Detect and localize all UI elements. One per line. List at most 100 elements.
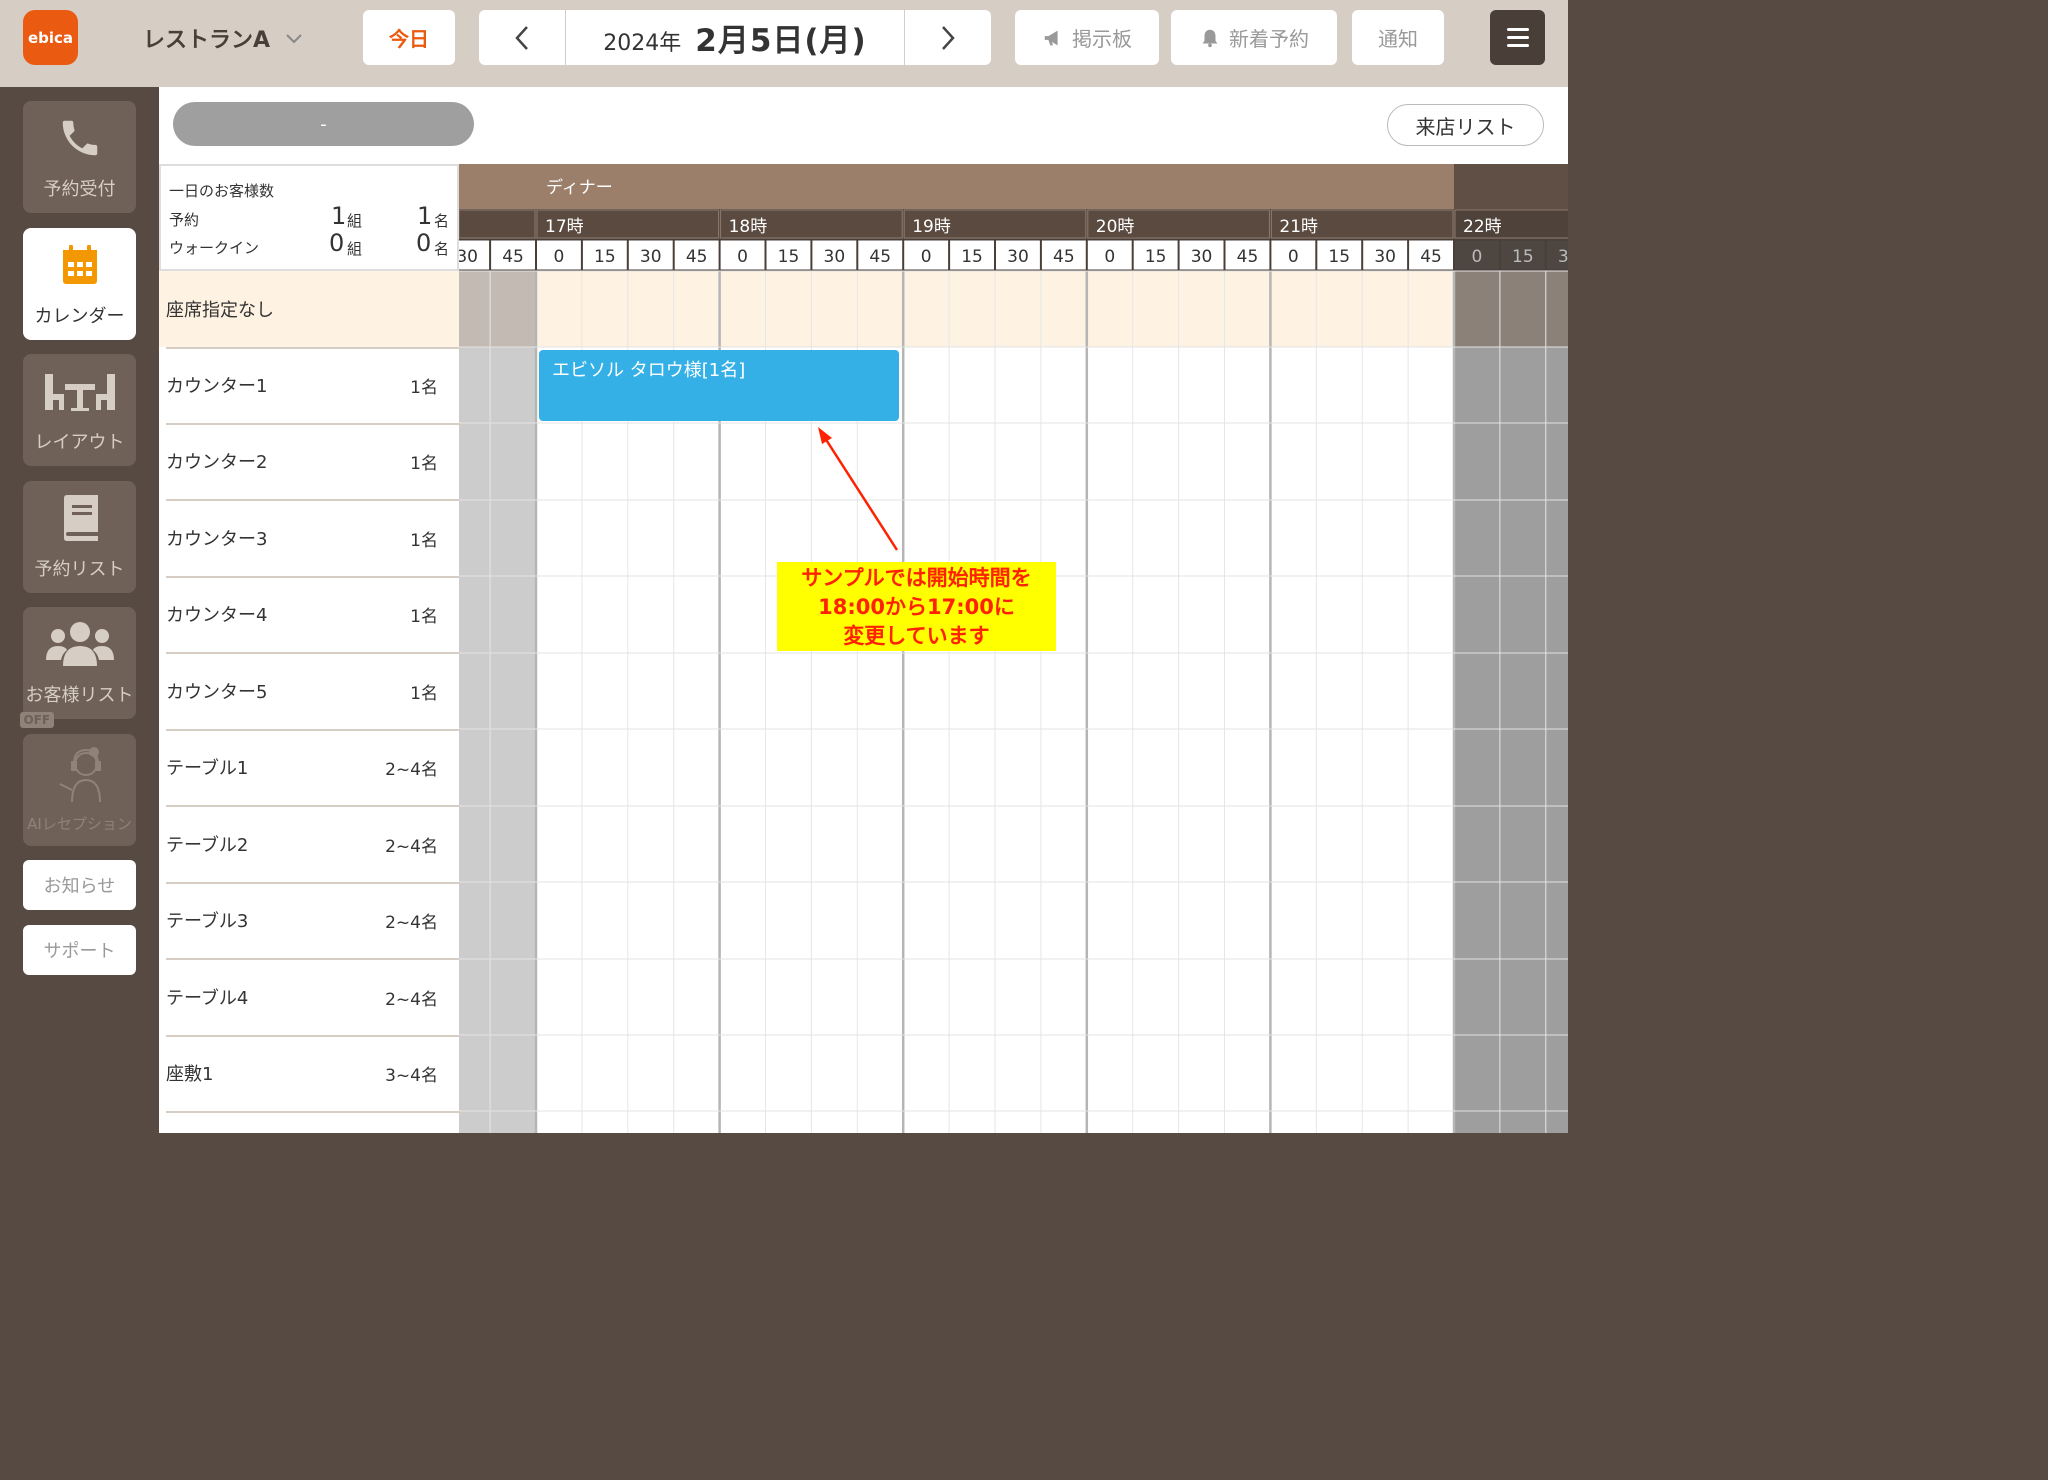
seat-capacity: 2~4名 (385, 912, 438, 933)
people-unit: 名 (434, 240, 450, 258)
seat-row-label[interactable]: カウンター3 1名 (159, 500, 459, 576)
support-button[interactable]: サポート (23, 925, 136, 975)
seat-row-label[interactable]: テーブル3 2~4名 (159, 882, 459, 958)
seat-row-label[interactable]: 座席指定なし (159, 271, 459, 347)
sidebar-item-label: 予約リスト (34, 559, 125, 580)
walkin-label: ウォークイン (169, 239, 260, 257)
annotation-line: 変更しています (843, 624, 990, 648)
megaphone-icon (1044, 30, 1058, 45)
hour-label: 20時 (1096, 217, 1135, 237)
period-bar (536, 164, 1454, 209)
reservation-people: 1 (417, 202, 433, 230)
minute-label: 15 (594, 247, 616, 267)
bell-icon (1202, 29, 1218, 47)
sidebar-item-label: 予約受付 (43, 179, 116, 200)
period-bar-closed (1454, 164, 1568, 209)
row-divider (166, 1111, 459, 1113)
seat-name: テーブル2 (166, 835, 249, 856)
seat-capacity: 1名 (410, 530, 438, 551)
seat-row-label[interactable]: カウンター4 1名 (159, 576, 459, 652)
visit-list-button[interactable]: 来店リスト (1387, 104, 1544, 146)
group-unit: 組 (347, 212, 363, 230)
today-button[interactable]: 今日 (363, 10, 455, 65)
people-unit: 名 (434, 212, 450, 230)
daily-guest-summary: 一日のお客様数 予約 ウォークイン 1 組 1 名 0 組 0 名 (159, 164, 459, 271)
seat-capacity: 2~4名 (385, 759, 438, 780)
book-icon (63, 495, 98, 541)
seat-name: 座敷1 (166, 1064, 214, 1085)
seat-row-label[interactable]: カウンター1 1名 (159, 347, 459, 423)
seat-name: 座席指定なし (166, 300, 274, 321)
store-name: レストランA (143, 28, 271, 53)
chevron-left-icon (515, 25, 528, 50)
seat-row-label[interactable]: テーブル4 2~4名 (159, 959, 459, 1035)
minute-label: 30 (1558, 247, 1568, 267)
chevron-right-icon (942, 25, 955, 50)
annotation-note: サンプルでは開始時間を 18:00から17:00に 変更しています (777, 562, 1056, 651)
chevron-down-icon (286, 34, 302, 44)
minute-label: 45 (1237, 247, 1259, 267)
bulletin-board-label: 掲示板 (1072, 27, 1132, 51)
menu-line (1506, 36, 1529, 39)
hour-cell-partial (459, 209, 536, 239)
ai-reception-icon (59, 746, 101, 802)
seat-name: テーブル1 (166, 758, 249, 779)
seat-capacity: 1名 (410, 606, 438, 627)
minute-label: 45 (502, 247, 524, 267)
sidebar-item-layout[interactable]: レイアウト (23, 354, 136, 466)
minute-label: 30 (1191, 247, 1213, 267)
minute-label: 30 (824, 247, 846, 267)
seat-row-label[interactable]: テーブル2 2~4名 (159, 806, 459, 882)
bulletin-board-button[interactable]: 掲示板 (1015, 10, 1159, 65)
sidebar-item-calendar[interactable]: カレンダー (23, 228, 136, 340)
hour-label: 17時 (545, 217, 584, 237)
store-selector[interactable]: レストランA (143, 20, 304, 56)
new-reservations-label: 新着予約 (1229, 27, 1309, 51)
minute-label: 30 (1374, 247, 1396, 267)
seat-capacity: 1名 (410, 683, 438, 704)
notifications-button[interactable]: 通知 (1352, 10, 1444, 65)
seat-capacity: 3~4名 (385, 1065, 438, 1086)
minute-label: 0 (1288, 247, 1299, 267)
people-icon (45, 622, 114, 666)
news-button[interactable]: お知らせ (23, 860, 136, 910)
minute-label: 0 (737, 247, 748, 267)
reservation-block[interactable]: エビソル タロウ様[1名] (539, 350, 899, 421)
hamburger-menu-button[interactable] (1490, 10, 1545, 65)
minute-label: 15 (1145, 247, 1167, 267)
next-day-button[interactable] (904, 10, 991, 65)
closed-before-unassigned (459, 271, 536, 347)
seat-row-label[interactable]: テーブル1 2~4名 (159, 729, 459, 805)
current-date[interactable]: 2024年 2月5日(月) (565, 10, 905, 65)
annotation-line: サンプルでは開始時間を (801, 566, 1032, 590)
seat-name: カウンター1 (166, 376, 268, 397)
minute-label: 15 (778, 247, 800, 267)
minute-label: 15 (961, 247, 983, 267)
closed-after-unassigned (1454, 271, 1568, 347)
sidebar-item-ai-reception[interactable]: OFF AIレセプション (19, 712, 136, 846)
sidebar-item-customer-list[interactable]: お客様リスト (23, 607, 136, 719)
minute-label: 45 (1053, 247, 1075, 267)
seat-row-label[interactable]: カウンター5 1名 (159, 653, 459, 729)
walkin-groups: 0 (329, 229, 345, 257)
new-reservations-button[interactable]: 新着予約 (1171, 10, 1337, 65)
minute-label: 45 (869, 247, 891, 267)
prev-day-button[interactable] (479, 10, 566, 65)
sidebar-item-reservation-intake[interactable]: 予約受付 (23, 101, 136, 213)
seat-row-label[interactable]: カウンター2 1名 (159, 423, 459, 499)
date-month-day: 2月5日(月) (695, 23, 867, 59)
summary-title: 一日のお客様数 (169, 182, 275, 200)
minute-label: 0 (554, 247, 565, 267)
date-year: 2024年 (603, 30, 682, 56)
reservation-label: エビソル タロウ様[1名] (552, 360, 746, 381)
seat-name: テーブル4 (166, 988, 249, 1009)
seat-name: カウンター4 (166, 605, 268, 626)
seat-row-label[interactable]: 座敷1 3~4名 (159, 1035, 459, 1111)
walkin-people: 0 (416, 229, 432, 257)
sidebar-item-reservation-list[interactable]: 予約リスト (23, 481, 136, 593)
minute-label: 45 (1420, 247, 1442, 267)
ebica-logo[interactable]: ebica (23, 10, 78, 65)
sidebar-item-label: お客様リスト (25, 685, 134, 706)
filter-pill[interactable]: - (173, 102, 474, 146)
minute-label: 0 (1472, 247, 1483, 267)
